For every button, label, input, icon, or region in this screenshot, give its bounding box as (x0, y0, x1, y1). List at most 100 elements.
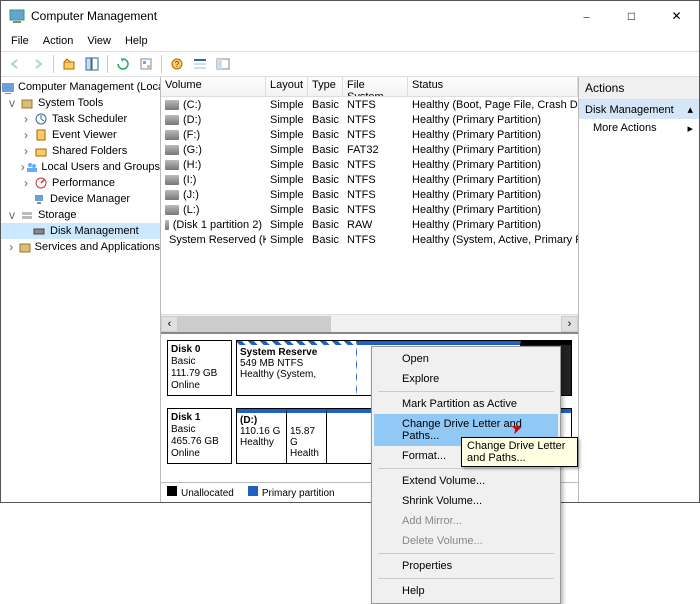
menu-help[interactable]: Help (119, 33, 154, 49)
tree-system-tools[interactable]: vSystem Tools (1, 95, 160, 111)
help-button[interactable]: ? (167, 54, 187, 74)
menu-view[interactable]: View (81, 33, 117, 49)
menu-separator (378, 578, 554, 579)
window-controls: – □ ✕ (564, 1, 699, 31)
tooltip: Change Drive Letter and Paths... (461, 437, 578, 467)
center-pane: Volume Layout Type File System Status (C… (161, 77, 579, 502)
col-type[interactable]: Type (308, 77, 343, 97)
list-gap (161, 247, 578, 314)
disk-1-name: Disk 1 (171, 412, 228, 424)
maximize-button[interactable]: □ (609, 1, 654, 31)
tree-task-scheduler[interactable]: ›Task Scheduler (1, 111, 160, 127)
tree-local-users[interactable]: ›Local Users and Groups (1, 159, 160, 175)
refresh-button[interactable] (113, 54, 133, 74)
actions-more[interactable]: More Actions ▸ (579, 119, 699, 138)
forward-button[interactable] (28, 54, 48, 74)
tree-performance[interactable]: ›Performance (1, 175, 160, 191)
volume-icon (165, 205, 179, 215)
close-button[interactable]: ✕ (654, 1, 699, 31)
table-row[interactable]: System Reserved (K:)SimpleBasicNTFSHealt… (161, 232, 578, 247)
tree-event-viewer[interactable]: ›Event Viewer (1, 127, 160, 143)
menu-properties[interactable]: Properties (374, 556, 558, 576)
show-hide-tree-button[interactable] (82, 54, 102, 74)
disk-0-name: Disk 0 (171, 344, 228, 356)
menu-separator (378, 468, 554, 469)
actions-header: Actions (579, 77, 699, 100)
col-status[interactable]: Status (408, 77, 578, 97)
table-row[interactable]: (Disk 1 partition 2)SimpleBasicRAWHealth… (161, 217, 578, 232)
graphical-view-button[interactable] (213, 54, 233, 74)
col-fs[interactable]: File System (343, 77, 408, 97)
toolbar: ? (1, 51, 699, 77)
separator (161, 55, 162, 73)
menu-explore[interactable]: Explore (374, 369, 558, 389)
app-icon (9, 8, 25, 24)
menu-separator (378, 553, 554, 554)
menu-shrink[interactable]: Shrink Volume... (374, 491, 558, 511)
menu-open[interactable]: Open (374, 349, 558, 369)
col-volume[interactable]: Volume (161, 77, 266, 97)
disk-1-state: Online (171, 448, 228, 460)
disk-graphical-view: Disk 0 Basic 111.79 GB Online System Res… (161, 332, 578, 482)
window-title: Computer Management (31, 9, 564, 23)
scroll-left-button[interactable]: ‹ (161, 316, 178, 332)
minimize-button[interactable]: – (564, 1, 609, 31)
table-row[interactable]: (C:)SimpleBasicNTFSHealthy (Boot, Page F… (161, 97, 578, 112)
separator (107, 55, 108, 73)
up-button[interactable] (59, 54, 79, 74)
list-view-button[interactable] (190, 54, 210, 74)
disk-0-size: 111.79 GB (171, 368, 228, 380)
disk-1-type: Basic (171, 424, 228, 436)
volume-list[interactable]: (C:)SimpleBasicNTFSHealthy (Boot, Page F… (161, 97, 578, 247)
volume-icon (165, 130, 179, 140)
table-row[interactable]: (D:)SimpleBasicNTFSHealthy (Primary Part… (161, 112, 578, 127)
tree-disk-management[interactable]: Disk Management (1, 223, 160, 239)
menu-extend[interactable]: Extend Volume... (374, 471, 558, 491)
table-row[interactable]: (I:)SimpleBasicNTFSHealthy (Primary Part… (161, 172, 578, 187)
settings-button[interactable] (136, 54, 156, 74)
partition-system-reserved[interactable]: System Reserve 549 MB NTFS Healthy (Syst… (237, 341, 357, 395)
scroll-track[interactable] (178, 316, 561, 332)
horizontal-scrollbar[interactable]: ‹ › (161, 314, 578, 332)
menu-mark-active[interactable]: Mark Partition as Active (374, 394, 558, 414)
tree-device-manager[interactable]: Device Manager (1, 191, 160, 207)
tree-root[interactable]: Computer Management (Local (1, 79, 160, 95)
tree-storage[interactable]: vStorage (1, 207, 160, 223)
disk-0-type: Basic (171, 356, 228, 368)
menu-help[interactable]: Help (374, 581, 558, 601)
volume-icon (165, 145, 179, 155)
disk-0-state: Online (171, 380, 228, 392)
table-row[interactable]: (F:)SimpleBasicNTFSHealthy (Primary Part… (161, 127, 578, 142)
menu-separator (378, 391, 554, 392)
col-layout[interactable]: Layout (266, 77, 308, 97)
table-row[interactable]: (G:)SimpleBasicFAT32Healthy (Primary Par… (161, 142, 578, 157)
main-area: Computer Management (Local vSystem Tools… (1, 77, 699, 502)
table-row[interactable]: (J:)SimpleBasicNTFSHealthy (Primary Part… (161, 187, 578, 202)
table-row[interactable]: (L:)SimpleBasicNTFSHealthy (Primary Part… (161, 202, 578, 217)
volume-icon (165, 190, 179, 200)
disk-1-size: 465.76 GB (171, 436, 228, 448)
tree-services-apps[interactable]: ›Services and Applications (1, 239, 160, 255)
menu-delete-volume: Delete Volume... (374, 531, 558, 551)
volume-list-header: Volume Layout Type File System Status (161, 77, 578, 97)
volume-icon (165, 160, 179, 170)
scroll-thumb[interactable] (178, 316, 331, 332)
back-button[interactable] (5, 54, 25, 74)
scroll-right-button[interactable]: › (561, 316, 578, 332)
disk-1-info[interactable]: Disk 1 Basic 465.76 GB Online (167, 408, 232, 464)
menu-action[interactable]: Action (37, 33, 80, 49)
actions-section[interactable]: Disk Management ▴ (579, 100, 699, 119)
menu-bar: File Action View Help (1, 31, 699, 51)
collapse-icon: ▴ (687, 103, 693, 116)
legend-unallocated: Unallocated (167, 486, 234, 499)
menu-add-mirror: Add Mirror... (374, 511, 558, 531)
volume-icon (165, 220, 169, 230)
tree-shared-folders[interactable]: ›Shared Folders (1, 143, 160, 159)
nav-tree[interactable]: Computer Management (Local vSystem Tools… (1, 77, 161, 502)
menu-file[interactable]: File (5, 33, 35, 49)
partition-d[interactable]: (D:) 110.16 G Healthy (237, 409, 287, 463)
disk-0-info[interactable]: Disk 0 Basic 111.79 GB Online (167, 340, 232, 396)
partition-raw[interactable]: 15.87 G Health (287, 409, 327, 463)
volume-icon (165, 115, 179, 125)
table-row[interactable]: (H:)SimpleBasicNTFSHealthy (Primary Part… (161, 157, 578, 172)
